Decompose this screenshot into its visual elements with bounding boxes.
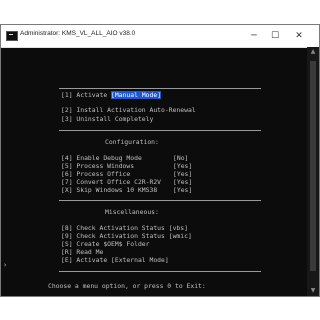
- config-value-windows: [Yes]: [173, 162, 193, 170]
- config-item-windows: [5] Process Windows: [61, 162, 135, 170]
- config-item-skip-kms38: [X] Skip Windows 10 KMS38: [61, 186, 158, 194]
- activate-label: Activate: [76, 91, 108, 99]
- separator: [59, 271, 261, 272]
- separator: [59, 130, 261, 131]
- left-edge-marker: ›: [3, 261, 8, 269]
- window-title: Administrator: KMS_VL_ALL_AIO v38.0: [20, 30, 136, 37]
- misc-item-check-wmic: [9] Check Activation Status [wmic]: [61, 232, 192, 240]
- misc-item-create-oem: [S] Create $OEM$ Folder: [61, 240, 150, 248]
- separator: [59, 200, 261, 201]
- manual-mode-highlight: [Manual Mode]: [111, 91, 162, 99]
- close-button[interactable]: ✕: [290, 28, 308, 44]
- misc-item-check-vbs: [8] Check Activation Status [vbs]: [61, 224, 188, 232]
- config-value-skip-kms38: [Yes]: [173, 186, 193, 194]
- cmd-icon: [6, 31, 18, 41]
- minimize-button[interactable]: ─: [245, 28, 263, 44]
- scroll-down-icon[interactable]: ▼: [307, 286, 319, 296]
- console-window: Administrator: KMS_VL_ALL_AIO v38.0 ─ ☐ …: [0, 24, 320, 297]
- scroll-up-icon[interactable]: ▲: [307, 47, 319, 57]
- config-value-debug: [No]: [173, 154, 189, 162]
- scroll-thumb[interactable]: [310, 61, 316, 271]
- configuration-header: Configuration:: [105, 138, 159, 146]
- config-item-convert-c2r: [7] Convert Office C2R-R2V: [61, 178, 162, 186]
- config-value-convert-c2r: [Yes]: [173, 178, 193, 186]
- menu-item-uninstall: [3] Uninstall Completely: [61, 115, 154, 123]
- config-item-debug: [4] Enable Debug Mode: [61, 154, 142, 162]
- vertical-scrollbar[interactable]: ▲ ▼: [307, 47, 319, 296]
- input-prompt: Choose a menu option, or press 0 to Exit…: [48, 282, 206, 290]
- misc-item-external-mode: [E] Activate [External Mode]: [61, 256, 169, 264]
- config-item-office: [6] Process Office: [61, 170, 131, 178]
- console-output[interactable]: [1] Activate [Manual Mode] [2] Install A…: [1, 47, 307, 296]
- separator: [59, 88, 261, 89]
- config-value-office: [Yes]: [173, 170, 193, 178]
- misc-item-read-me: [R] Read Me: [61, 248, 104, 256]
- activate-key: [1]: [61, 91, 73, 99]
- maximize-button[interactable]: ☐: [266, 28, 284, 44]
- title-bar[interactable]: Administrator: KMS_VL_ALL_AIO v38.0 ─ ☐ …: [1, 25, 319, 48]
- menu-item-install-auto-renewal: [2] Install Activation Auto-Renewal: [61, 106, 196, 114]
- menu-item-activate: [1] Activate [Manual Mode]: [61, 91, 162, 99]
- miscellaneous-header: Miscellaneous:: [105, 208, 159, 216]
